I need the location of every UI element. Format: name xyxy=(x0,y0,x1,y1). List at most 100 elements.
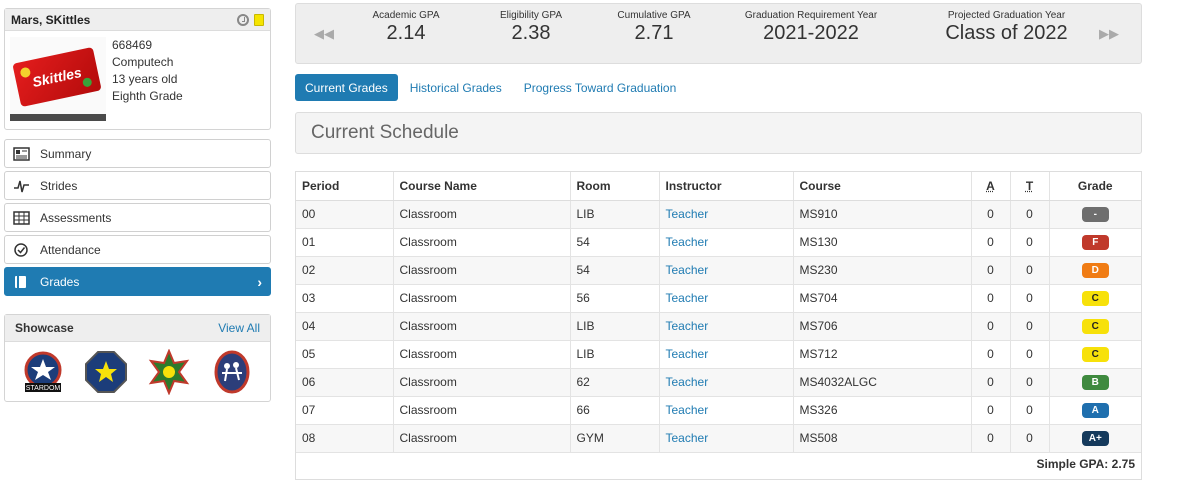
cell-course-name: Classroom xyxy=(393,396,571,425)
star-octagon-badge-icon[interactable] xyxy=(83,349,129,395)
team-badge-icon[interactable] xyxy=(209,349,255,395)
col-header-course[interactable]: Course xyxy=(793,172,972,201)
tab-progress-toward-graduation[interactable]: Progress Toward Graduation xyxy=(514,74,687,101)
nav-item-attendance[interactable]: Attendance xyxy=(4,235,271,264)
instructor-link[interactable]: Teacher xyxy=(666,403,709,417)
cell-course-name: Classroom xyxy=(393,424,571,453)
cell-period: 02 xyxy=(296,256,394,285)
cell-course: MS130 xyxy=(793,228,972,257)
cell-grade: F xyxy=(1049,228,1141,257)
cell-instructor: Teacher xyxy=(659,340,794,369)
tab-current-grades[interactable]: Current Grades xyxy=(295,74,398,101)
grade-badge[interactable]: C xyxy=(1081,291,1109,306)
cell-course: MS704 xyxy=(793,284,972,313)
stardom-badge-icon[interactable]: STARDOM xyxy=(20,349,66,395)
col-header-tardies[interactable]: T xyxy=(1010,172,1050,201)
cell-instructor: Teacher xyxy=(659,368,794,397)
col-header-grade[interactable]: Grade xyxy=(1049,172,1141,201)
cell-period: 00 xyxy=(296,200,394,229)
instructor-link[interactable]: Teacher xyxy=(666,263,709,277)
tardies-abbr: T xyxy=(1025,178,1034,193)
cell-course-name: Classroom xyxy=(393,256,571,285)
cell-tardies: 0 xyxy=(1010,256,1050,285)
cell-instructor: Teacher xyxy=(659,396,794,425)
cell-absences: 0 xyxy=(971,424,1011,453)
nav-item-strides[interactable]: Strides xyxy=(4,171,271,200)
grade-badge[interactable]: D xyxy=(1081,263,1109,278)
instructor-link[interactable]: Teacher xyxy=(666,319,709,333)
table-row: 08 Classroom GYM Teacher MS508 0 0 A+ xyxy=(296,424,1141,453)
chevron-right-icon: › xyxy=(257,273,262,290)
instructor-link[interactable]: Teacher xyxy=(666,431,709,445)
instructor-link[interactable]: Teacher xyxy=(666,235,709,249)
nav-item-assessments[interactable]: Assessments xyxy=(4,203,271,232)
cell-grade: A xyxy=(1049,396,1141,425)
col-header-instructor[interactable]: Instructor xyxy=(659,172,794,201)
cell-tardies: 0 xyxy=(1010,312,1050,341)
grades-tabs: Current Grades Historical Grades Progres… xyxy=(295,74,688,101)
cell-room: 62 xyxy=(570,368,660,397)
gpa-eligibility: Eligibility GPA 2.38 xyxy=(481,10,581,45)
student-name: Mars, SKittles xyxy=(11,12,91,27)
sticky-note-icon[interactable] xyxy=(254,13,264,26)
grade-badge[interactable]: B xyxy=(1081,375,1109,390)
cell-absences: 0 xyxy=(971,256,1011,285)
projected-graduation-year: Projected Graduation Year Class of 2022 xyxy=(924,10,1089,45)
grade-badge[interactable]: A+ xyxy=(1081,431,1109,446)
col-header-period[interactable]: Period xyxy=(296,172,394,201)
instructor-link[interactable]: Teacher xyxy=(666,207,709,221)
strides-icon xyxy=(13,179,30,193)
instructor-link[interactable]: Teacher xyxy=(666,347,709,361)
sun-star-badge-icon[interactable] xyxy=(146,348,192,396)
gpa-value: Class of 2022 xyxy=(945,22,1068,44)
previous-arrow-icon[interactable]: ◀◀ xyxy=(314,26,334,42)
col-header-room[interactable]: Room xyxy=(570,172,660,201)
cell-period: 03 xyxy=(296,284,394,313)
col-header-absences[interactable]: A xyxy=(971,172,1011,201)
cell-grade: A+ xyxy=(1049,424,1141,453)
next-arrow-icon[interactable]: ▶▶ xyxy=(1099,26,1119,42)
view-all-link[interactable]: View All xyxy=(218,321,260,335)
table-row: 06 Classroom 62 Teacher MS4032ALGC 0 0 B xyxy=(296,368,1141,397)
cell-grade: - xyxy=(1049,200,1141,229)
grade-badge[interactable]: A xyxy=(1081,403,1109,418)
gpa-label: Graduation Requirement Year xyxy=(744,10,878,21)
cell-tardies: 0 xyxy=(1010,340,1050,369)
grade-badge[interactable]: F xyxy=(1081,235,1109,250)
nav-item-label: Assessments xyxy=(40,210,112,225)
attendance-icon xyxy=(13,242,30,257)
status-check-icon[interactable] xyxy=(237,13,249,26)
cell-period: 05 xyxy=(296,340,394,369)
grades-icon xyxy=(13,275,30,289)
grade-badge[interactable]: C xyxy=(1081,319,1109,334)
nav-item-label: Strides xyxy=(40,178,78,193)
tab-historical-grades[interactable]: Historical Grades xyxy=(400,74,512,101)
col-header-course-name[interactable]: Course Name xyxy=(393,172,571,201)
gpa-label: Cumulative GPA xyxy=(617,10,691,21)
nav-item-summary[interactable]: Summary xyxy=(4,139,271,168)
cell-course-name: Classroom xyxy=(393,368,571,397)
cell-grade: B xyxy=(1049,368,1141,397)
cell-tardies: 0 xyxy=(1010,284,1050,313)
cell-instructor: Teacher xyxy=(659,228,794,257)
cell-course-name: Classroom xyxy=(393,312,571,341)
gpa-value: 2021-2022 xyxy=(763,22,859,44)
cell-grade: C xyxy=(1049,340,1141,369)
cell-absences: 0 xyxy=(971,312,1011,341)
grade-badge[interactable]: C xyxy=(1081,347,1109,362)
instructor-link[interactable]: Teacher xyxy=(666,375,709,389)
nav-item-grades[interactable]: Grades › xyxy=(4,267,271,296)
table-row: 02 Classroom 54 Teacher MS230 0 0 D xyxy=(296,256,1141,285)
grade-badge[interactable]: - xyxy=(1081,207,1109,222)
cell-course-name: Classroom xyxy=(393,228,571,257)
cell-absences: 0 xyxy=(971,284,1011,313)
cell-period: 07 xyxy=(296,396,394,425)
cell-absences: 0 xyxy=(971,228,1011,257)
gpa-value: 2.71 xyxy=(634,22,674,44)
schedule-title: Current Schedule xyxy=(311,122,459,143)
table-row: 01 Classroom 54 Teacher MS130 0 0 F xyxy=(296,228,1141,257)
stardom-badge-text: STARDOM xyxy=(25,385,60,392)
cell-room: 54 xyxy=(570,228,660,257)
instructor-link[interactable]: Teacher xyxy=(666,291,709,305)
cell-course-name: Classroom xyxy=(393,200,571,229)
